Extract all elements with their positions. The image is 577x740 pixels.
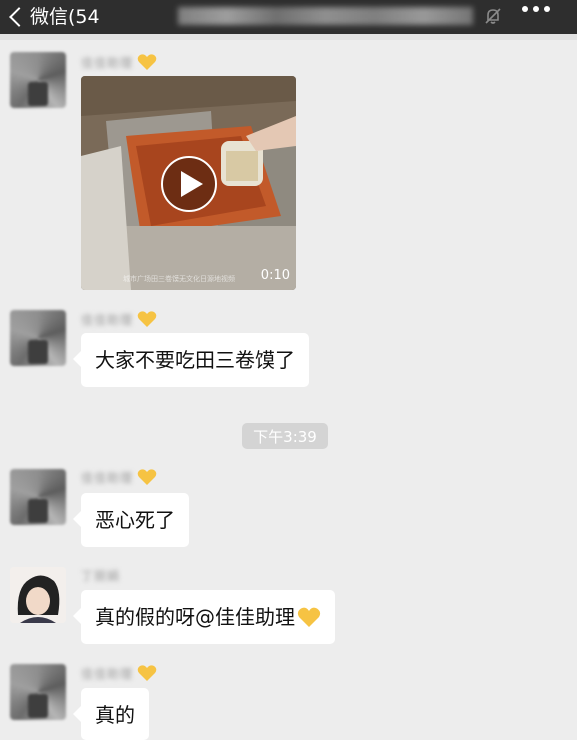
yellow-heart-icon (297, 607, 321, 627)
message-bubble[interactable]: 真的 (73, 688, 149, 740)
avatar[interactable] (10, 469, 66, 525)
message-bubble[interactable]: 恶心死了 (73, 493, 189, 547)
video-thumbnail (81, 76, 296, 290)
back-button[interactable]: 微信(54 (6, 0, 100, 34)
yellow-heart-icon (137, 665, 157, 681)
yellow-heart-icon (137, 469, 157, 485)
avatar[interactable] (10, 52, 66, 108)
video-message[interactable]: 城市广场田三卷馍无文化日源地视频 0:10 (81, 76, 296, 290)
chat-title (178, 7, 473, 25)
avatar[interactable] (10, 664, 66, 720)
timestamp: 下午3:39 (242, 423, 328, 449)
chevron-left-icon (9, 7, 29, 27)
avatar[interactable] (10, 567, 66, 623)
yellow-heart-icon (137, 54, 157, 70)
yellow-heart-icon (137, 311, 157, 327)
video-duration: 0:10 (260, 268, 290, 283)
header-divider (0, 34, 577, 40)
message-text: 真的假的呀@佳佳助理 (95, 605, 295, 629)
sender-name: 佳佳助理 (81, 311, 157, 327)
back-label: 微信(54 (30, 5, 100, 28)
sender-name: 佳佳助理 (81, 54, 157, 70)
more-dots-icon[interactable] (522, 6, 550, 12)
sender-name: 佳佳助理 (81, 469, 157, 485)
message-bubble[interactable]: 真的假的呀@佳佳助理 (73, 590, 335, 644)
mute-bell-icon (485, 8, 501, 24)
video-watermark: 城市广场田三卷馍无文化日源地视频 (123, 275, 235, 283)
avatar[interactable] (10, 310, 66, 366)
sender-name: 丁丽娟 (81, 568, 121, 583)
sender-name: 佳佳助理 (81, 665, 157, 681)
chat-header: 微信(54 (0, 0, 577, 34)
message-bubble[interactable]: 大家不要吃田三卷馍了 (73, 333, 309, 387)
